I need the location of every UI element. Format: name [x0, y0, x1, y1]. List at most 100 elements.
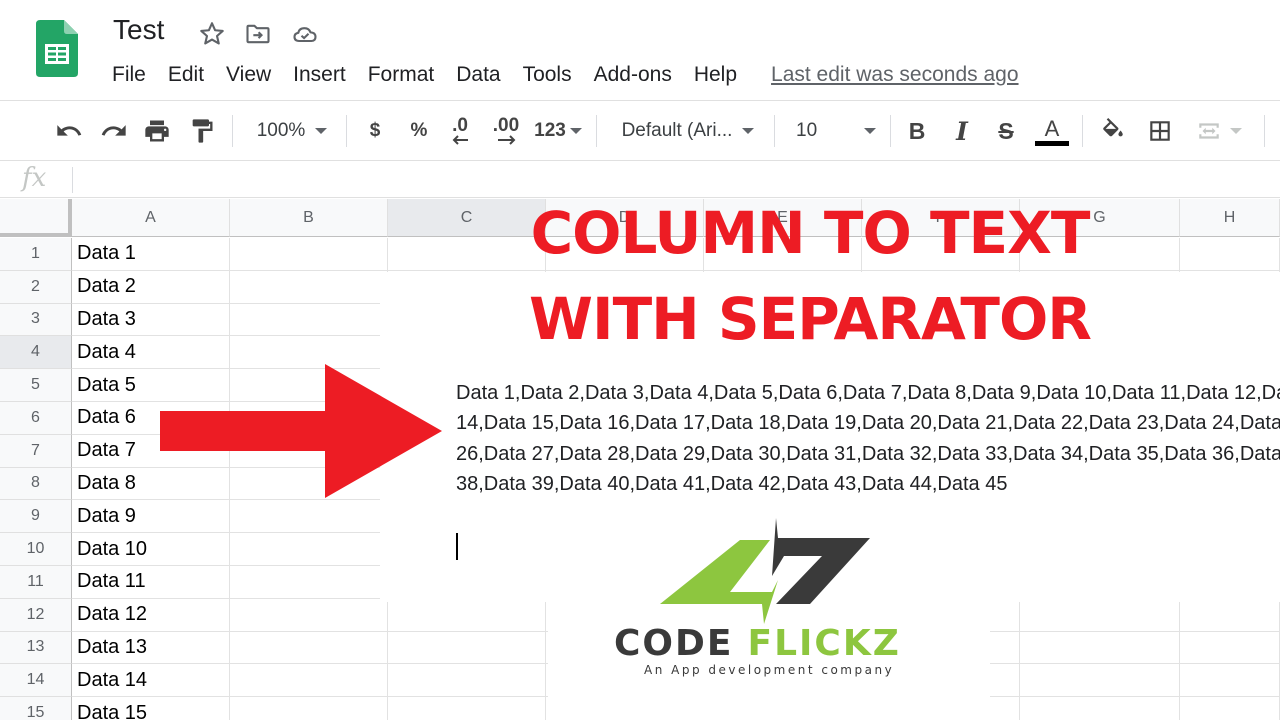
text-color-swatch: [1035, 140, 1069, 146]
strikethrough-button[interactable]: S: [991, 101, 1021, 161]
formula-input[interactable]: [80, 161, 1270, 197]
chevron-down-icon: [742, 128, 755, 134]
row-header[interactable]: 7: [0, 434, 72, 468]
font-family-value: Default (Ari...: [621, 120, 733, 141]
cell-b10[interactable]: [230, 533, 388, 566]
menu-data[interactable]: Data: [456, 63, 500, 87]
column-header-b[interactable]: B: [230, 199, 388, 237]
undo-button[interactable]: [52, 101, 86, 161]
cell-c13[interactable]: [388, 631, 546, 665]
percent-symbol: %: [410, 120, 428, 141]
row-header[interactable]: 11: [0, 566, 72, 599]
cell-c14[interactable]: [388, 664, 546, 698]
text-color-button[interactable]: A: [1034, 101, 1070, 161]
cell-g15[interactable]: [1020, 697, 1180, 720]
menu-format[interactable]: Format: [368, 63, 435, 87]
formula-bar: fx: [0, 160, 1280, 198]
column-header-h[interactable]: H: [1180, 199, 1280, 237]
cell-a12[interactable]: Data 12: [72, 598, 230, 632]
menu-file[interactable]: File: [112, 63, 146, 87]
percent-format-button[interactable]: %: [404, 101, 434, 161]
font-size-select[interactable]: 10: [790, 101, 882, 161]
brand-tagline: An App development company: [644, 663, 895, 677]
cell-a1[interactable]: Data 1: [72, 238, 230, 271]
paint-format-button[interactable]: [185, 101, 219, 161]
zoom-select[interactable]: 100%: [246, 101, 338, 161]
row-header[interactable]: 13: [0, 631, 72, 665]
cell-b14[interactable]: [230, 664, 388, 698]
row-header[interactable]: 5: [0, 369, 72, 402]
document-title[interactable]: Test: [113, 14, 164, 46]
last-edit-link[interactable]: Last edit was seconds ago: [771, 63, 1019, 87]
font-family-select[interactable]: Default (Ari...: [612, 101, 764, 161]
brand-name: CODE FLICKZ: [614, 626, 944, 662]
cell-c12[interactable]: [388, 598, 546, 632]
menu-edit[interactable]: Edit: [168, 63, 204, 87]
concatenated-result-text: Data 1,Data 2,Data 3,Data 4,Data 5,Data …: [456, 378, 1280, 500]
cell-a13[interactable]: Data 13: [72, 631, 230, 665]
cell-a14[interactable]: Data 14: [72, 664, 230, 698]
cell-b3[interactable]: [230, 303, 388, 337]
row-header[interactable]: 4: [0, 336, 72, 370]
row-header[interactable]: 8: [0, 467, 72, 501]
cell-a10[interactable]: Data 10: [72, 533, 230, 566]
italic-label: I: [956, 116, 968, 146]
cell-b11[interactable]: [230, 566, 388, 599]
cell-a15[interactable]: Data 15: [72, 697, 230, 720]
cell-c15[interactable]: [388, 697, 546, 720]
cell-b12[interactable]: [230, 598, 388, 632]
arrow-right-icon: [498, 135, 516, 145]
italic-button[interactable]: I: [947, 101, 977, 161]
row-header[interactable]: 12: [0, 598, 72, 632]
cell-a9[interactable]: Data 9: [72, 500, 230, 534]
cell-a2[interactable]: Data 2: [72, 270, 230, 304]
cell-h1[interactable]: [1180, 238, 1280, 271]
cell-h12[interactable]: [1180, 598, 1280, 632]
row-header[interactable]: 9: [0, 500, 72, 534]
menu-add-ons[interactable]: Add-ons: [594, 63, 672, 87]
cell-b9[interactable]: [230, 500, 388, 534]
row-header[interactable]: 14: [0, 664, 72, 698]
menu-insert[interactable]: Insert: [293, 63, 346, 87]
menu-help[interactable]: Help: [694, 63, 737, 87]
cell-g13[interactable]: [1020, 631, 1180, 665]
redo-button[interactable]: [97, 101, 131, 161]
star-icon[interactable]: [198, 20, 226, 48]
merge-cells-button[interactable]: [1188, 101, 1248, 161]
menu-tools[interactable]: Tools: [523, 63, 572, 87]
column-header-a[interactable]: A: [72, 199, 230, 237]
fill-color-button[interactable]: [1096, 101, 1130, 161]
more-formats-button[interactable]: 123: [530, 101, 586, 161]
row-header[interactable]: 6: [0, 402, 72, 435]
cell-b13[interactable]: [230, 631, 388, 665]
decrease-decimal-label: .0: [452, 115, 468, 136]
currency-format-button[interactable]: $: [360, 101, 390, 161]
decrease-decimal-button[interactable]: .0: [442, 101, 478, 161]
print-button[interactable]: [140, 101, 174, 161]
row-header[interactable]: 1: [0, 238, 72, 271]
move-folder-icon[interactable]: [244, 20, 272, 48]
borders-button[interactable]: [1143, 101, 1177, 161]
bold-button[interactable]: B: [902, 101, 932, 161]
menu-view[interactable]: View: [226, 63, 271, 87]
row-header[interactable]: 2: [0, 270, 72, 304]
cloud-saved-icon[interactable]: [291, 20, 319, 48]
cell-a11[interactable]: Data 11: [72, 566, 230, 599]
cell-b15[interactable]: [230, 697, 388, 720]
cell-h13[interactable]: [1180, 631, 1280, 665]
sheets-logo-icon[interactable]: [36, 20, 78, 77]
cell-h14[interactable]: [1180, 664, 1280, 698]
select-all-corner[interactable]: [0, 199, 72, 237]
cell-b2[interactable]: [230, 270, 388, 304]
row-header[interactable]: 3: [0, 303, 72, 337]
print-icon: [145, 120, 169, 142]
cell-g12[interactable]: [1020, 598, 1180, 632]
increase-decimal-button[interactable]: .00: [486, 101, 526, 161]
cell-g14[interactable]: [1020, 664, 1180, 698]
cell-h15[interactable]: [1180, 697, 1280, 720]
row-header[interactable]: 10: [0, 533, 72, 566]
cell-a3[interactable]: Data 3: [72, 303, 230, 337]
row-header[interactable]: 15: [0, 697, 72, 720]
cell-b1[interactable]: [230, 238, 388, 271]
toolbar-separator: [596, 115, 597, 147]
